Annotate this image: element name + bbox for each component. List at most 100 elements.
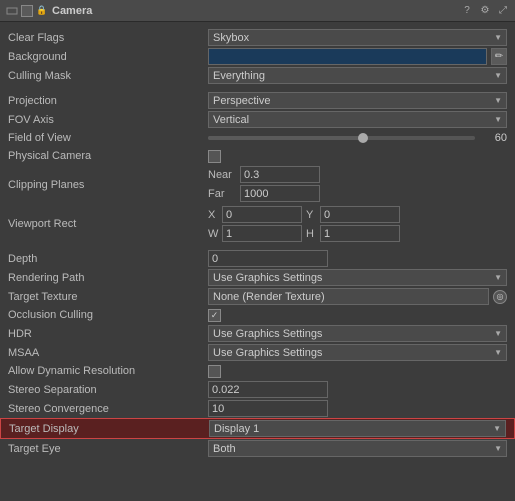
- header-icons-left: 🔒: [6, 5, 48, 17]
- msaa-dropdown[interactable]: Use Graphics Settings ▼: [208, 344, 507, 361]
- viewport-w-input[interactable]: [222, 225, 302, 242]
- clipping-near-input[interactable]: [240, 166, 320, 183]
- viewport-rect-row: Viewport Rect X Y: [0, 205, 515, 243]
- projection-arrow: ▼: [494, 96, 502, 105]
- fov-row: Field of View 60: [0, 129, 515, 147]
- occlusion-culling-row: Occlusion Culling: [0, 306, 515, 324]
- clear-flags-field: Skybox ▼: [208, 29, 507, 46]
- target-display-label: Target Display: [9, 423, 209, 435]
- depth-label: Depth: [8, 253, 208, 265]
- visibility-icon[interactable]: [6, 5, 18, 17]
- physical-camera-label: Physical Camera: [8, 150, 208, 162]
- stereo-convergence-field: [208, 400, 507, 417]
- help-icon[interactable]: ?: [461, 5, 473, 17]
- viewport-y-input[interactable]: [320, 206, 400, 223]
- clear-flags-dropdown[interactable]: Skybox ▼: [208, 29, 507, 46]
- target-texture-picker[interactable]: ◎: [493, 290, 507, 304]
- hdr-value: Use Graphics Settings: [213, 328, 322, 340]
- camera-panel: 🔒 Camera ? ⚙ ⤢ Clear Flags Skybox ▼ Back…: [0, 0, 515, 464]
- projection-value: Perspective: [213, 95, 270, 107]
- stereo-separation-field: [208, 381, 507, 398]
- culling-mask-row: Culling Mask Everything ▼: [0, 66, 515, 85]
- rendering-path-arrow: ▼: [494, 273, 502, 282]
- viewport-h-cell: H: [306, 225, 400, 242]
- panel-content: Clear Flags Skybox ▼ Background ✏ Cullin…: [0, 22, 515, 464]
- settings-icon[interactable]: ⚙: [479, 5, 491, 17]
- background-field: ✏: [208, 48, 507, 65]
- target-eye-dropdown[interactable]: Both ▼: [208, 440, 507, 457]
- depth-input[interactable]: [208, 250, 328, 267]
- clear-flags-row: Clear Flags Skybox ▼: [0, 28, 515, 47]
- clipping-far-input[interactable]: [240, 185, 320, 202]
- projection-dropdown[interactable]: Perspective ▼: [208, 92, 507, 109]
- eyedropper-button[interactable]: ✏: [491, 48, 507, 65]
- stereo-convergence-input[interactable]: [208, 400, 328, 417]
- fov-value: 60: [479, 132, 507, 144]
- clipping-planes-field: Near Far: [208, 166, 507, 204]
- target-eye-row: Target Eye Both ▼: [0, 439, 515, 458]
- viewport-inputs: X Y W H: [208, 206, 507, 242]
- physical-camera-checkbox[interactable]: [208, 150, 221, 163]
- fov-slider-container: 60: [208, 132, 507, 144]
- viewport-y-label: Y: [306, 209, 318, 221]
- fov-axis-arrow: ▼: [494, 115, 502, 124]
- target-texture-field: None (Render Texture) ◎: [208, 288, 507, 305]
- msaa-field: Use Graphics Settings ▼: [208, 344, 507, 361]
- background-color[interactable]: [208, 48, 487, 65]
- stereo-separation-label: Stereo Separation: [8, 384, 208, 396]
- hdr-dropdown[interactable]: Use Graphics Settings ▼: [208, 325, 507, 342]
- projection-field: Perspective ▼: [208, 92, 507, 109]
- target-texture-container: None (Render Texture) ◎: [208, 288, 507, 305]
- viewport-rect-field: X Y W H: [208, 206, 507, 242]
- allow-dynamic-resolution-checkbox[interactable]: [208, 365, 221, 378]
- background-row: Background ✏: [0, 47, 515, 66]
- target-eye-arrow: ▼: [494, 444, 502, 453]
- culling-mask-label: Culling Mask: [8, 70, 208, 82]
- rendering-path-dropdown[interactable]: Use Graphics Settings ▼: [208, 269, 507, 286]
- target-display-dropdown[interactable]: Display 1 ▼: [209, 420, 506, 437]
- fov-axis-dropdown[interactable]: Vertical ▼: [208, 111, 507, 128]
- lock-icon[interactable]: 🔒: [36, 5, 48, 17]
- projection-row: Projection Perspective ▼: [0, 91, 515, 110]
- active-checkbox[interactable]: [21, 5, 33, 17]
- physical-camera-row: Physical Camera: [0, 147, 515, 165]
- viewport-x-input[interactable]: [222, 206, 302, 223]
- stereo-separation-input[interactable]: [208, 381, 328, 398]
- fov-slider-thumb[interactable]: [358, 133, 368, 143]
- hdr-label: HDR: [8, 328, 208, 340]
- hdr-field: Use Graphics Settings ▼: [208, 325, 507, 342]
- stereo-convergence-row: Stereo Convergence: [0, 399, 515, 418]
- fov-slider-track[interactable]: [208, 136, 475, 140]
- clipping-far-label: Far: [208, 188, 236, 200]
- panel-title: Camera: [52, 5, 461, 17]
- occlusion-culling-field: [208, 309, 507, 322]
- target-texture-dropdown[interactable]: None (Render Texture): [208, 288, 489, 305]
- hdr-arrow: ▼: [494, 329, 502, 338]
- viewport-x-cell: X: [208, 206, 302, 223]
- fov-field: 60: [208, 132, 507, 144]
- background-actions: ✏: [491, 48, 507, 65]
- fov-axis-value: Vertical: [213, 114, 249, 126]
- clear-flags-value: Skybox: [213, 32, 249, 44]
- viewport-h-input[interactable]: [320, 225, 400, 242]
- rendering-path-value: Use Graphics Settings: [213, 272, 322, 284]
- clear-flags-label: Clear Flags: [8, 32, 208, 44]
- rendering-path-row: Rendering Path Use Graphics Settings ▼: [0, 268, 515, 287]
- clear-flags-arrow: ▼: [494, 33, 502, 42]
- background-label: Background: [8, 51, 208, 63]
- maximize-icon[interactable]: ⤢: [497, 5, 509, 17]
- viewport-y-cell: Y: [306, 206, 400, 223]
- depth-field: [208, 250, 507, 267]
- target-display-value: Display 1: [214, 423, 259, 435]
- culling-mask-arrow: ▼: [494, 71, 502, 80]
- culling-mask-field: Everything ▼: [208, 67, 507, 84]
- msaa-value: Use Graphics Settings: [213, 347, 322, 359]
- stereo-convergence-label: Stereo Convergence: [8, 403, 208, 415]
- clipping-far-row: Far: [208, 185, 507, 202]
- allow-dynamic-resolution-label: Allow Dynamic Resolution: [8, 365, 208, 377]
- viewport-rect-label: Viewport Rect: [8, 218, 208, 230]
- target-eye-field: Both ▼: [208, 440, 507, 457]
- occlusion-culling-checkbox[interactable]: [208, 309, 221, 322]
- culling-mask-dropdown[interactable]: Everything ▼: [208, 67, 507, 84]
- viewport-wh-row: W H: [208, 225, 507, 242]
